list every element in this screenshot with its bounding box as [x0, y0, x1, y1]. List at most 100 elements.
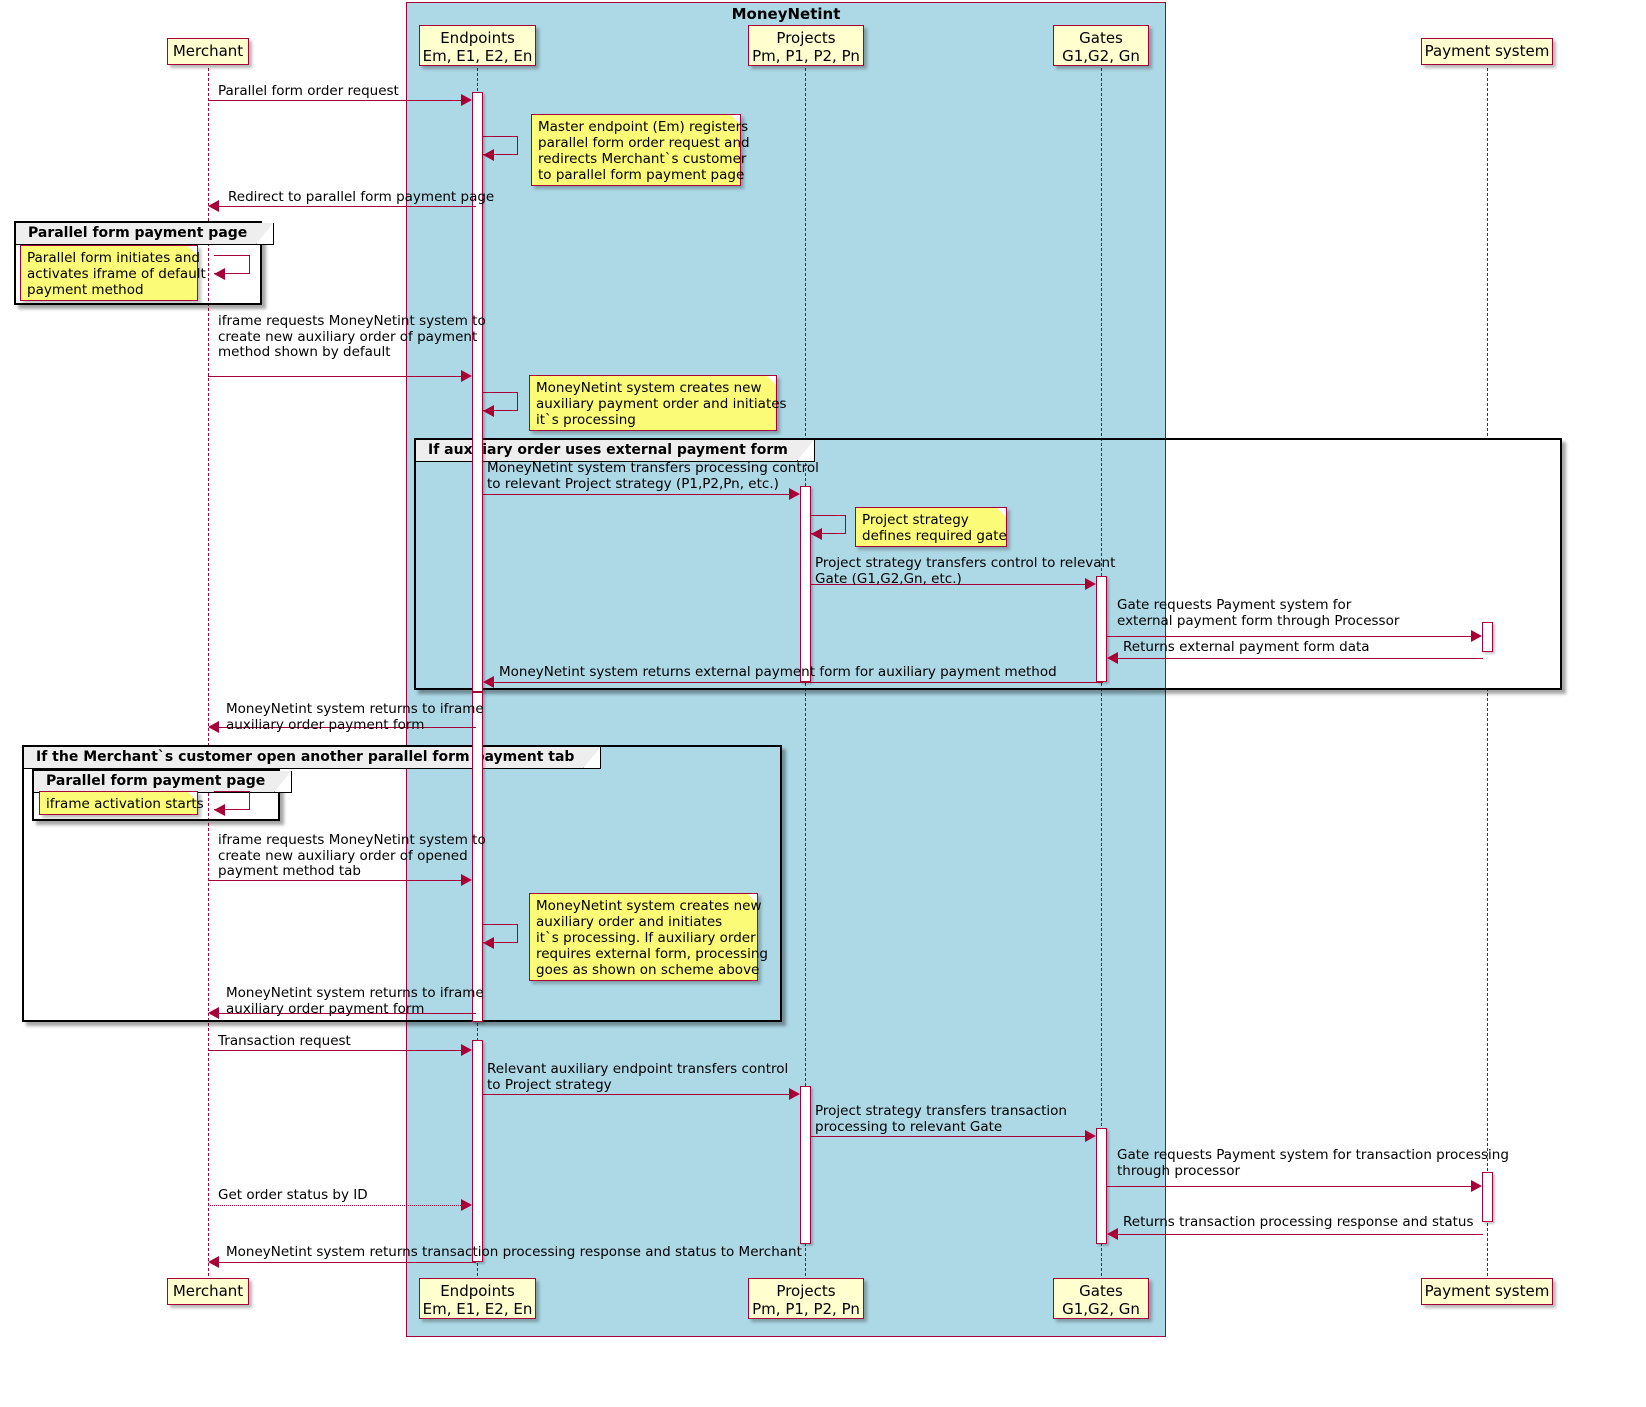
participant-gates-bottom[interactable]: Gates G1,G2, Gn: [1053, 1278, 1149, 1319]
group-label: Parallel form payment page: [46, 773, 266, 789]
note-fold-icon: [748, 894, 757, 903]
message-arrow: [1085, 1130, 1096, 1142]
group-notch: [256, 223, 274, 244]
activation-projects-2: [800, 1086, 811, 1244]
message-arrow: [208, 1007, 219, 1019]
participant-gates-top[interactable]: Gates G1,G2, Gn: [1053, 25, 1149, 66]
message-label-parallel-form-order-request: Parallel form order request: [218, 83, 399, 99]
message-label-returns-to-iframe-1: MoneyNetint system returns to iframe aux…: [226, 701, 484, 733]
message-label-returns-transaction-response: Returns transaction processing response …: [1123, 1214, 1474, 1230]
participant-projects-bottom[interactable]: Projects Pm, P1, P2, Pn: [748, 1278, 864, 1319]
message-arrow: [208, 200, 219, 212]
participant-label: Projects: [776, 29, 836, 47]
message-label-transfers-control-to-project: MoneyNetint system transfers processing …: [487, 460, 819, 492]
participant-sublabel: Pm, P1, P2, Pn: [752, 47, 860, 65]
message-arrow: [461, 1044, 472, 1056]
group-label: Parallel form payment page: [28, 225, 248, 241]
message-line: [483, 494, 791, 495]
group-notch: [796, 440, 814, 461]
participant-label: Merchant: [172, 42, 244, 60]
message-label-project-transfers-transaction: Project strategy transfers transaction p…: [815, 1103, 1067, 1135]
message-label-returns-external-payment-form: MoneyNetint system returns external paym…: [499, 664, 1057, 680]
participant-sublabel: Pm, P1, P2, Pn: [752, 1300, 860, 1318]
message-arrow: [1471, 1180, 1482, 1192]
message-label-iframe-requests-opened-tab: iframe requests MoneyNetint system to cr…: [218, 832, 486, 879]
group-parallel-form-page-1-header: Parallel form payment page: [16, 223, 275, 245]
participant-label: Endpoints: [440, 29, 515, 47]
note-creates-auxiliary-order-2: MoneyNetint system creates new auxiliary…: [529, 893, 768, 981]
participant-payment-system-top[interactable]: Payment system: [1421, 38, 1553, 65]
participant-payment-system-bottom[interactable]: Payment system: [1421, 1278, 1553, 1305]
note-iframe-activation-starts: iframe activation starts: [39, 791, 204, 815]
activation-endpoints-1: [472, 92, 483, 692]
activation-gates-1: [1096, 576, 1107, 682]
participant-endpoints-bottom[interactable]: Endpoints Em, E1, E2, En: [419, 1278, 536, 1319]
participant-label: Gates: [1079, 29, 1123, 47]
activation-payment-system-1: [1482, 622, 1493, 652]
activation-gates-2: [1096, 1128, 1107, 1244]
self-message-arrow: [214, 804, 225, 816]
self-message-arrow: [811, 528, 822, 540]
message-line: [208, 376, 463, 377]
message-arrow: [461, 370, 472, 382]
message-label-iframe-requests-default: iframe requests MoneyNetint system to cr…: [218, 313, 486, 360]
message-line: [1115, 658, 1483, 659]
participant-sublabel: G1,G2, Gn: [1062, 47, 1140, 65]
self-message-arrow: [483, 405, 494, 417]
note-fold-icon: [767, 376, 776, 385]
participant-sublabel: G1,G2, Gn: [1062, 1300, 1140, 1318]
message-label-gate-requests-external-form: Gate requests Payment system for externa…: [1117, 597, 1400, 629]
message-line: [216, 1262, 476, 1263]
message-arrow: [483, 676, 494, 688]
message-label-relevant-endpoint-transfers: Relevant auxiliary endpoint transfers co…: [487, 1061, 789, 1093]
message-line: [491, 682, 1103, 683]
group-parallel-form-page-2-header: Parallel form payment page: [34, 771, 293, 793]
note-creates-auxiliary-payment-order: MoneyNetint system creates new auxiliary…: [529, 375, 787, 431]
note-fold-icon: [731, 115, 740, 124]
message-arrow: [789, 1088, 800, 1100]
message-line: [1107, 636, 1473, 637]
message-arrow: [1471, 630, 1482, 642]
self-message-arrow: [483, 149, 494, 161]
note-parallel-form-initiates: Parallel form initiates and activates if…: [20, 245, 206, 301]
message-line: [216, 206, 476, 207]
participant-merchant-top[interactable]: Merchant: [167, 38, 249, 65]
message-label-transaction-request: Transaction request: [218, 1033, 351, 1049]
message-line: [1115, 1234, 1483, 1235]
message-label-get-order-status: Get order status by ID: [218, 1187, 368, 1203]
message-line: [208, 880, 463, 881]
message-arrow: [1107, 1228, 1118, 1240]
message-label-returns-response-to-merchant: MoneyNetint system returns transaction p…: [226, 1244, 802, 1260]
system-box-title: MoneyNetint: [731, 5, 841, 23]
self-message-arrow: [214, 268, 225, 280]
group-another-tab-header: If the Merchant`s customer open another …: [24, 747, 602, 769]
message-label-gate-requests-transaction: Gate requests Payment system for transac…: [1117, 1147, 1509, 1179]
sequence-diagram-canvas: MoneyNetint Merchant Endpoints Em, E1, E…: [0, 0, 1646, 1407]
message-label-returns-external-form-data: Returns external payment form data: [1123, 639, 1370, 655]
message-line-dotted: [208, 1205, 463, 1206]
activation-endpoints-3: [472, 1040, 483, 1262]
message-arrow: [461, 94, 472, 106]
group-notch: [583, 747, 601, 768]
participant-label: Projects: [776, 1282, 836, 1300]
participant-merchant-bottom[interactable]: Merchant: [167, 1278, 249, 1305]
participant-label: Merchant: [172, 1282, 244, 1300]
message-line: [208, 100, 463, 101]
note-master-endpoint-registers: Master endpoint (Em) registers parallel …: [531, 114, 750, 186]
participant-label: Gates: [1079, 1282, 1123, 1300]
message-label-redirect-to-parallel-form: Redirect to parallel form payment page: [228, 189, 495, 205]
activation-payment-system-2: [1482, 1172, 1493, 1222]
note-project-strategy-defines-gate: Project strategy defines required gate: [855, 507, 1007, 547]
participant-label: Payment system: [1424, 42, 1550, 60]
participant-sublabel: Em, E1, E2, En: [422, 47, 533, 65]
participant-sublabel: Em, E1, E2, En: [422, 1300, 533, 1318]
message-line: [208, 1050, 463, 1051]
participant-projects-top[interactable]: Projects Pm, P1, P2, Pn: [748, 25, 864, 66]
message-line: [811, 1136, 1087, 1137]
activation-projects-1: [800, 486, 811, 682]
participant-endpoints-top[interactable]: Endpoints Em, E1, E2, En: [419, 25, 536, 66]
message-line: [483, 1094, 791, 1095]
message-line: [1107, 1186, 1473, 1187]
participant-label: Payment system: [1424, 1282, 1550, 1300]
note-fold-icon: [188, 792, 197, 801]
